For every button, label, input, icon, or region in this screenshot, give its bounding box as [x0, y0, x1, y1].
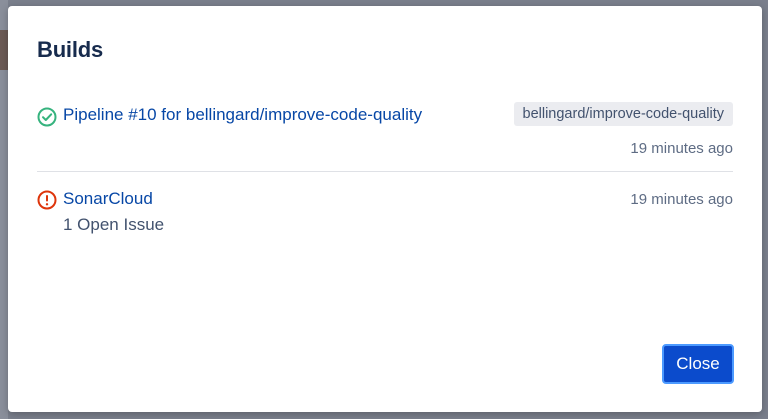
close-button[interactable]: Close: [662, 344, 734, 384]
check-circle-icon: [37, 107, 57, 127]
exclamation-circle-icon: [37, 190, 57, 210]
build-item: SonarCloud 1 Open Issue 19 minutes ago: [37, 189, 733, 249]
branch-badge: bellingard/improve-code-quality: [513, 102, 733, 126]
backdrop-thumbnail: [0, 30, 8, 70]
build-item: Pipeline #10 for bellingard/improve-code…: [37, 102, 733, 165]
divider: [37, 171, 733, 172]
build-link-sonarcloud[interactable]: SonarCloud: [63, 189, 153, 209]
build-link-pipeline[interactable]: Pipeline #10 for bellingard/improve-code…: [63, 105, 422, 125]
build-detail: 1 Open Issue: [63, 215, 165, 234]
build-time: 19 minutes ago: [630, 191, 733, 208]
dialog-title: Builds: [37, 37, 104, 62]
build-time: 19 minutes ago: [630, 140, 733, 157]
builds-dialog: Builds Pipeline #10 for bellingard/impro…: [8, 6, 762, 412]
